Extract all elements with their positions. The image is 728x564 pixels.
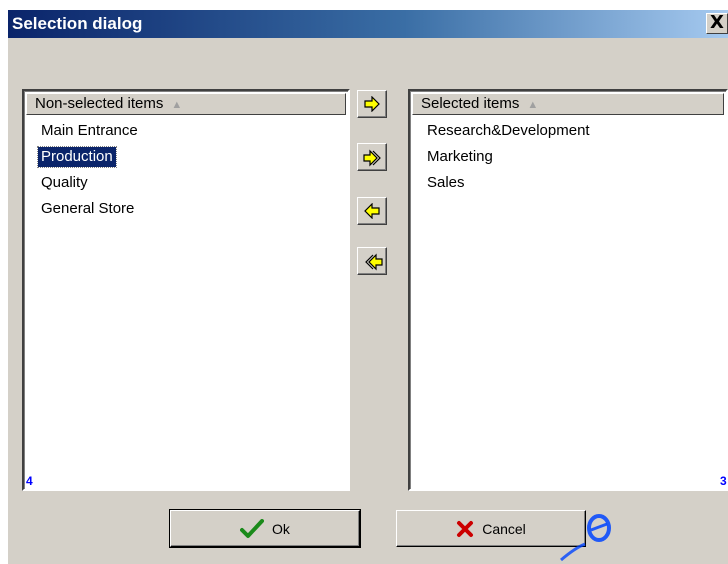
cancel-label: Cancel (482, 520, 526, 537)
selected-header-label: Selected items (421, 95, 520, 112)
move-left-icon (364, 203, 380, 219)
list-item[interactable]: Main Entrance (30, 118, 344, 144)
move-all-left-icon (365, 253, 383, 271)
list-item[interactable]: Research&Development (416, 118, 722, 144)
title-bar[interactable]: Selection dialog X (8, 10, 728, 38)
non-selected-items-list[interactable]: Non-selected items ▲ Main Entrance Produc… (22, 89, 350, 491)
list-item[interactable]: Quality (30, 170, 344, 196)
move-right-button[interactable] (357, 90, 387, 118)
move-all-right-button[interactable] (357, 143, 387, 171)
move-all-left-button[interactable] (357, 247, 387, 275)
sort-ascending-icon: ▲ (527, 99, 539, 111)
cancel-x-icon (457, 520, 474, 537)
close-button[interactable]: X (706, 13, 728, 34)
watermark-logo-icon (560, 514, 611, 562)
move-left-button[interactable] (357, 197, 387, 225)
sort-ascending-icon: ▲ (171, 99, 183, 111)
outer-margin-left (0, 0, 8, 564)
non-selected-header-label: Non-selected items (35, 95, 164, 112)
non-selected-items-header[interactable]: Non-selected items ▲ (26, 93, 346, 115)
move-right-icon (364, 96, 380, 112)
list-item[interactable]: Marketing (416, 144, 722, 170)
checkmark-icon (240, 518, 265, 538)
outer-margin-top (0, 0, 728, 10)
selected-items-list[interactable]: Selected items ▲ Research&Development Mar… (408, 89, 728, 491)
list-item-selected[interactable]: Production (30, 144, 344, 170)
selected-count: 3 (720, 474, 727, 488)
ok-button[interactable]: Ok (169, 509, 361, 548)
non-selected-count: 4 (26, 474, 33, 488)
list-item[interactable]: Sales (416, 170, 722, 196)
close-icon: X (710, 12, 724, 33)
list-item[interactable]: General Store (30, 196, 344, 222)
selection-dialog: Selection dialog X Non-selected items ▲ M… (0, 0, 728, 564)
move-all-right-icon (363, 149, 381, 167)
selected-items-header[interactable]: Selected items ▲ (412, 93, 724, 115)
window-title: Selection dialog (12, 14, 143, 33)
ok-label: Ok (272, 520, 290, 537)
